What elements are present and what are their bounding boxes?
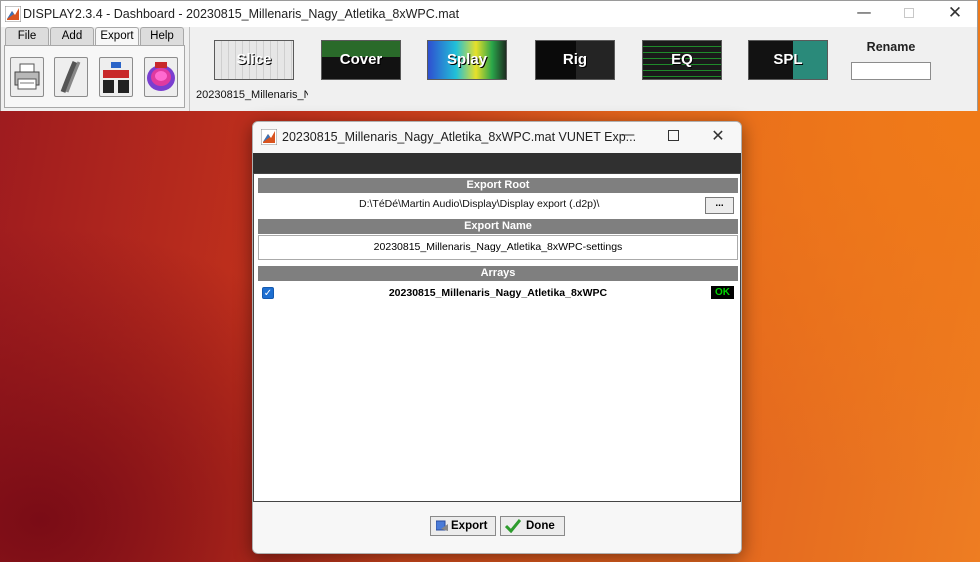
main-window-title: DISPLAY2.3.4 - Dashboard - 20230815_Mill… (23, 7, 460, 21)
array-name: 20230815_Millenaris_Nagy_Atletika_8xWPC (388, 287, 608, 299)
rename-input[interactable] (851, 62, 931, 80)
checkmark-icon (505, 519, 521, 533)
main-window: DISPLAY2.3.4 - Dashboard - 20230815_Mill… (0, 0, 978, 111)
status-badge: OK (711, 286, 734, 299)
export-name-header: Export Name (258, 219, 738, 234)
dialog-content-panel: Export Root D:\TéDé\Martin Audio\Display… (253, 173, 741, 502)
array-export-button[interactable] (54, 57, 88, 97)
done-button-label: Done (526, 520, 555, 532)
dialog-maximize-button[interactable] (668, 130, 679, 141)
main-titlebar: DISPLAY2.3.4 - Dashboard - 20230815_Mill… (1, 1, 977, 27)
printer-icon (14, 63, 40, 90)
eq-view-button[interactable]: EQ (642, 40, 722, 80)
matlab-app-icon (261, 129, 277, 145)
rig-export-button[interactable] (99, 57, 133, 97)
line-array-icon (60, 61, 81, 93)
vunet-export-button[interactable] (144, 57, 178, 97)
minimize-button[interactable]: — (854, 3, 874, 21)
export-root-path: D:\TéDé\Martin Audio\Display\Display exp… (359, 198, 600, 210)
vunet-export-dialog: 20230815_Millenaris_Nagy_Atletika_8xWPC.… (252, 121, 742, 554)
dialog-titlebar: 20230815_Millenaris_Nagy_Atletika_8xWPC.… (253, 122, 741, 153)
splay-label: Splay (446, 51, 488, 68)
slice-view-button[interactable]: Slice (214, 40, 294, 80)
matlab-app-icon (5, 6, 21, 22)
spl-view-button[interactable]: SPL (748, 40, 828, 80)
browse-button[interactable]: ... (705, 197, 734, 214)
cover-view-button[interactable]: Cover (321, 40, 401, 80)
export-button-label: Export (451, 520, 488, 532)
dialog-close-button[interactable]: ✕ (709, 126, 727, 145)
spl-label: SPL (773, 51, 803, 68)
eq-label: EQ (671, 51, 693, 68)
export-icon (436, 520, 448, 531)
done-button[interactable]: Done (500, 516, 565, 536)
rig-view-button[interactable]: Rig (535, 40, 615, 80)
list-item: ✓ 20230815_Millenaris_Nagy_Atletika_8xWP… (258, 285, 738, 301)
export-root-header: Export Root (258, 178, 738, 193)
toolbar-separator (189, 27, 190, 111)
splay-view-button[interactable]: Splay (427, 40, 507, 80)
print-button[interactable] (10, 57, 44, 97)
amplifier-icon (103, 62, 129, 93)
tab-add[interactable]: Add (50, 27, 94, 45)
arrays-header: Arrays (258, 266, 738, 281)
close-button[interactable]: ✕ (945, 3, 965, 23)
export-button[interactable]: Export (430, 516, 496, 536)
export-name-field[interactable]: 20230815_Millenaris_Nagy_Atletika_8xWPC-… (258, 235, 738, 260)
dialog-footer: Export Done (253, 502, 741, 553)
array-file-tab[interactable]: 20230815_Millenaris_Nagy_Atletika_8xW (196, 89, 308, 113)
tab-help[interactable]: Help (140, 27, 184, 45)
rig-label: Rig (562, 51, 588, 68)
toolbar-area: File Add Export Help Slice Cover Splay R… (1, 27, 977, 111)
cover-label: Cover (339, 51, 383, 68)
tab-export[interactable]: Export (95, 27, 139, 46)
dialog-minimize-button[interactable]: — (619, 127, 637, 143)
tab-file[interactable]: File (5, 27, 49, 45)
slice-label: Slice (236, 51, 272, 68)
dialog-title: 20230815_Millenaris_Nagy_Atletika_8xWPC.… (282, 130, 637, 144)
dialog-dark-band (253, 153, 741, 173)
rename-label: Rename (866, 40, 916, 54)
coverage-map-icon (147, 62, 175, 91)
maximize-button[interactable] (904, 8, 914, 18)
